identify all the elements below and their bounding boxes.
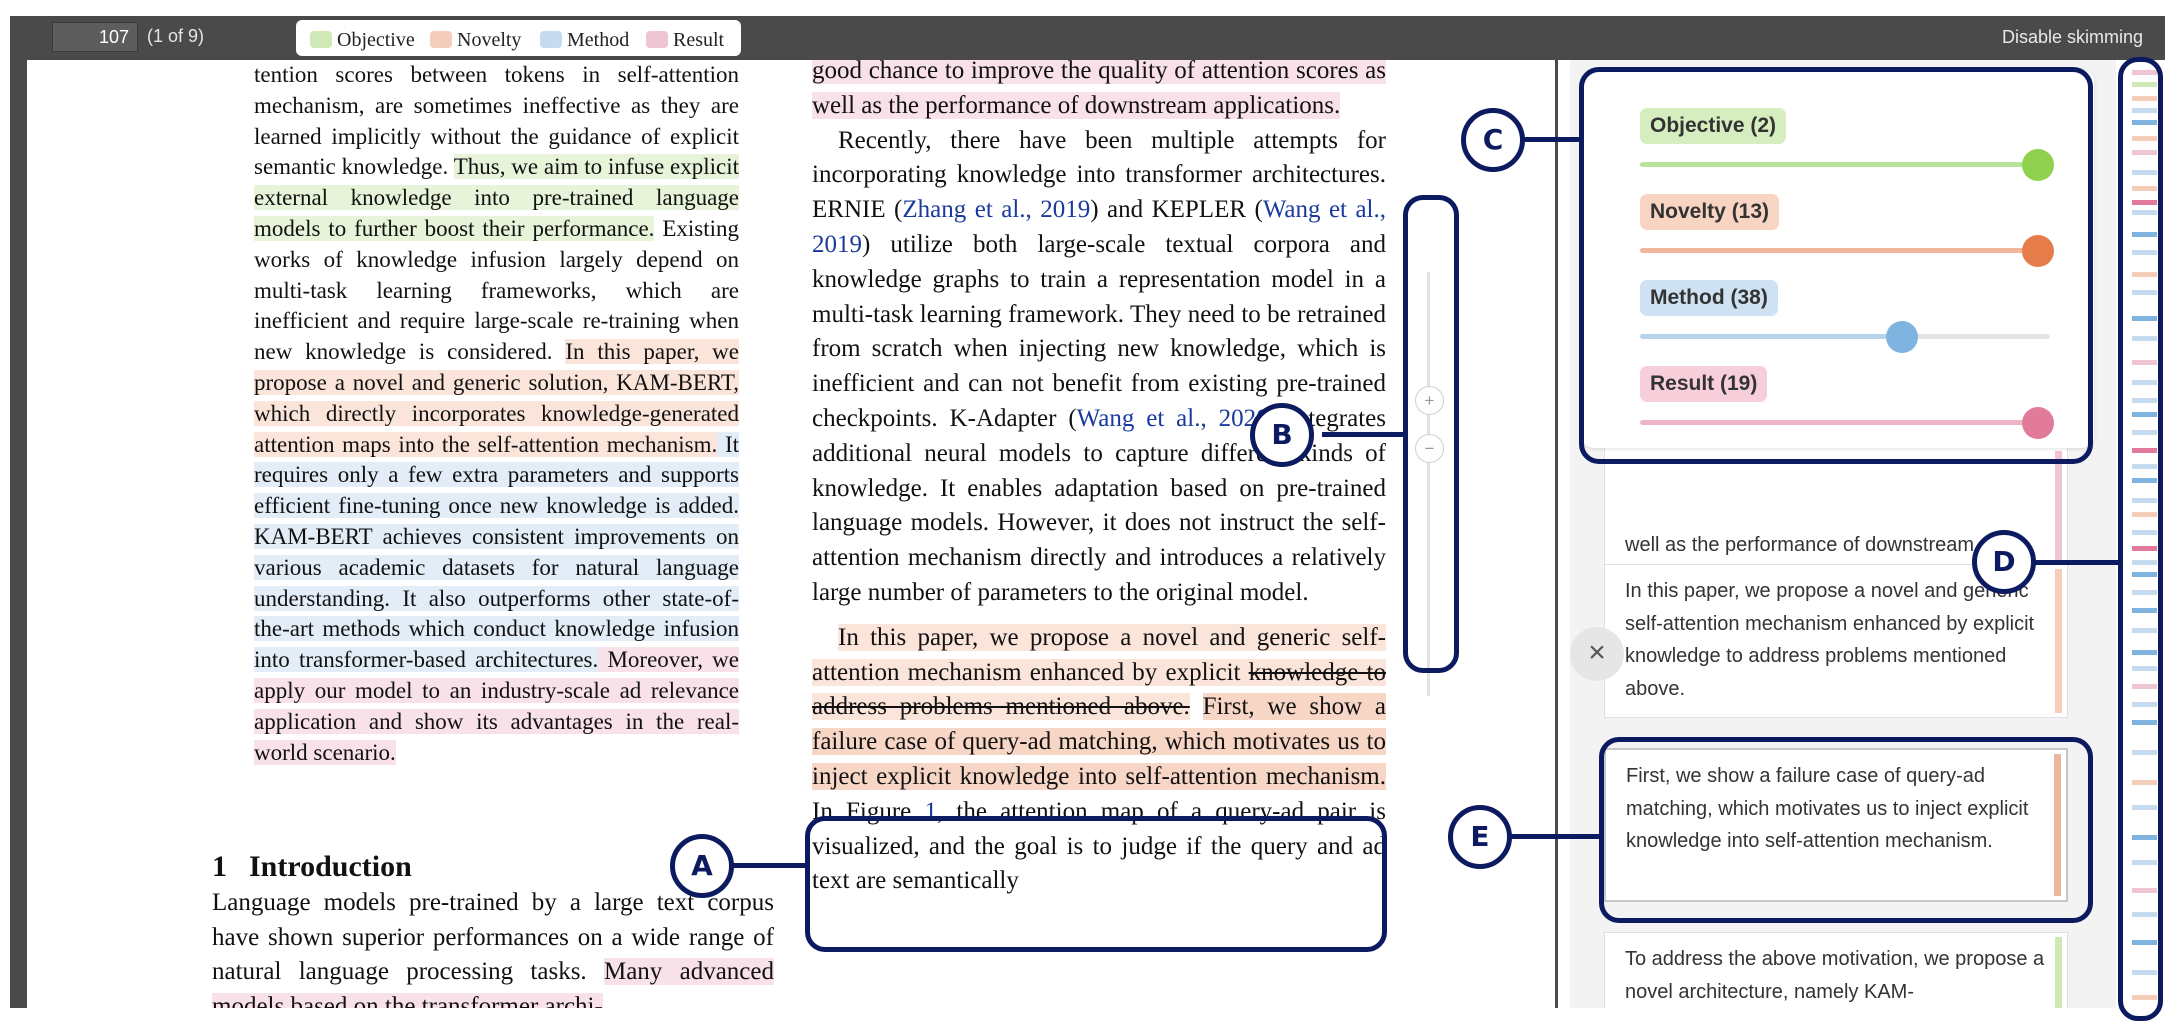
callout-badge-c: C bbox=[1461, 108, 1525, 172]
connector-e bbox=[1510, 834, 1601, 839]
intro-paragraph: Language models pre-trained by a large t… bbox=[212, 886, 774, 1008]
legend-swatch-objective bbox=[310, 31, 332, 48]
legend-swatch-method bbox=[540, 31, 562, 48]
card-text: In this paper, we propose a novel and ge… bbox=[1625, 580, 2035, 700]
callout-badge-e: E bbox=[1448, 805, 1512, 869]
legend-label: Result bbox=[673, 29, 725, 51]
card-color-stripe bbox=[2055, 937, 2062, 1008]
callout-badge-b: B bbox=[1250, 403, 1314, 467]
close-icon[interactable]: × bbox=[1570, 627, 1624, 681]
method-highlight[interactable]: It requires only a few extra parameters … bbox=[254, 431, 739, 673]
connector-c bbox=[1521, 137, 1581, 142]
body-paragraph: good chance to improve the quality of at… bbox=[812, 60, 1386, 124]
disable-skimming-button[interactable]: Disable skimming bbox=[2002, 27, 2143, 48]
body-text: ) utilize both large-scale textual corpo… bbox=[812, 230, 1386, 432]
section-number: 1 bbox=[212, 850, 227, 883]
section-heading: 1 Introduction bbox=[212, 850, 412, 884]
citation-link[interactable]: Zhang et al., 2019 bbox=[902, 196, 1090, 223]
legend-novelty: Novelty bbox=[430, 29, 521, 52]
page-divider bbox=[1555, 60, 1558, 1008]
callout-frame-c bbox=[1579, 67, 2093, 464]
legend-method: Method bbox=[540, 29, 629, 52]
body-paragraph: Recently, there have been multiple attem… bbox=[812, 124, 1386, 611]
connector-d bbox=[2032, 560, 2120, 565]
callout-frame-b bbox=[1403, 195, 1459, 673]
callout-frame-d bbox=[2118, 57, 2163, 1021]
callout-frame-e bbox=[1599, 737, 2093, 923]
page-number-input[interactable]: 107 bbox=[52, 22, 138, 52]
card-text: To address the above motivation, we prop… bbox=[1625, 948, 2045, 1003]
section-title: Introduction bbox=[249, 850, 412, 883]
left-gutter bbox=[10, 60, 27, 1008]
abstract-paragraph: tention scores between tokens in self-at… bbox=[254, 60, 740, 768]
legend-objective: Objective bbox=[310, 29, 415, 52]
legend-swatch-result bbox=[646, 31, 668, 48]
connector-a bbox=[730, 863, 806, 868]
citation-link[interactable]: Wang et al., 2020 bbox=[1077, 405, 1269, 432]
body-column: good chance to improve the quality of at… bbox=[812, 60, 1386, 899]
legend-result: Result bbox=[646, 29, 724, 52]
body-text: ) and KEPLER ( bbox=[1090, 196, 1263, 224]
result-highlight[interactable]: good chance to improve the quality of at… bbox=[812, 60, 1386, 119]
callout-badge-a: A bbox=[670, 834, 734, 898]
connector-b bbox=[1322, 432, 1405, 437]
toolbar: 107 (1 of 9) Objective Novelty Method Re… bbox=[10, 16, 2165, 60]
legend-label: Novelty bbox=[457, 29, 522, 51]
highlight-card[interactable]: To address the above motivation, we prop… bbox=[1604, 932, 2068, 1008]
legend-swatch-novelty bbox=[430, 31, 452, 48]
facet-legend: Objective Novelty Method Result bbox=[296, 20, 741, 56]
page-count: (1 of 9) bbox=[147, 26, 205, 46]
skim-reader-app: 107 (1 of 9) Objective Novelty Method Re… bbox=[0, 0, 2182, 1032]
legend-label: Objective bbox=[337, 29, 415, 51]
callout-frame-a bbox=[805, 816, 1387, 952]
card-color-stripe bbox=[2055, 569, 2062, 713]
abstract-column: tention scores between tokens in self-at… bbox=[254, 60, 740, 768]
callout-badge-d: D bbox=[1972, 530, 2036, 594]
legend-label: Method bbox=[567, 29, 630, 51]
